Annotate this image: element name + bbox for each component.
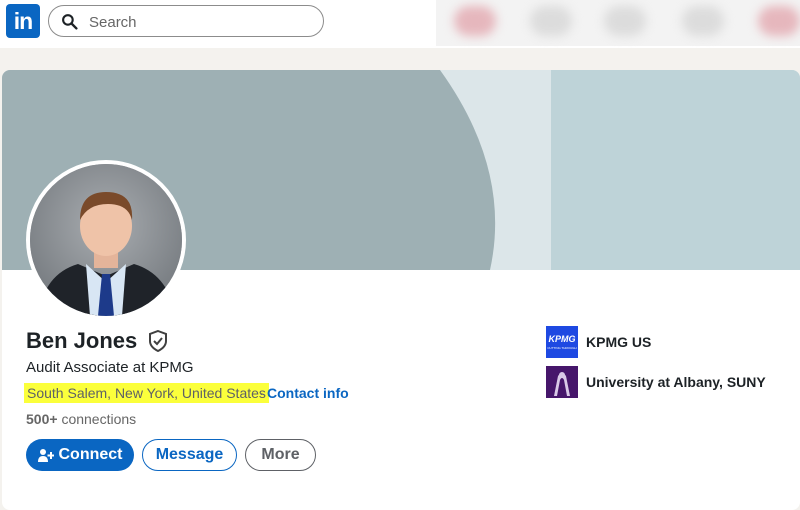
connect-person-plus-icon <box>37 449 54 462</box>
separator-dot: · <box>259 385 264 401</box>
profile-headline: Audit Associate at KPMG <box>26 359 194 376</box>
kpmg-logo-subtext: CUTTING THROUGH <box>547 346 576 350</box>
linkedin-logo[interactable]: in <box>6 4 40 38</box>
nav-item-blurred[interactable] <box>682 6 724 36</box>
profile-photo[interactable] <box>26 160 186 320</box>
profile-name: Ben Jones <box>26 328 138 353</box>
current-company[interactable]: KPMG CUTTING THROUGH KPMG US <box>546 326 651 358</box>
nav-item-blurred[interactable] <box>454 6 496 36</box>
nav-item-blurred[interactable] <box>758 6 800 36</box>
kpmg-logo-text: KPMG <box>549 334 576 344</box>
school-name: University at Albany, SUNY <box>586 374 766 390</box>
connections-number: 500+ <box>26 411 58 427</box>
connect-button-label: Connect <box>58 446 123 463</box>
education[interactable]: University at Albany, SUNY <box>546 366 766 398</box>
ualbany-logo <box>546 366 578 398</box>
nav-item-blurred[interactable] <box>604 6 646 36</box>
contact-info-link[interactable]: Contact info <box>267 385 349 401</box>
profile-location: South Salem, New York, United States <box>24 383 269 403</box>
profile-photo-image <box>30 164 182 316</box>
nav-icons-blurred <box>436 0 800 46</box>
connections-label: connections <box>61 411 137 427</box>
company-name: KPMG US <box>586 334 652 350</box>
connect-button[interactable]: Connect <box>26 439 134 471</box>
connections-count[interactable]: 500+ connections <box>26 411 136 427</box>
nav-item-blurred[interactable] <box>530 6 572 36</box>
profile-card: Ben Jones Audit Associate at KPMG South … <box>2 70 800 510</box>
message-button[interactable]: Message <box>142 439 237 471</box>
message-button-label: Message <box>155 446 224 463</box>
search-box[interactable] <box>48 5 324 37</box>
search-icon <box>62 14 78 30</box>
kpmg-logo: KPMG CUTTING THROUGH <box>546 326 578 358</box>
more-button-label: More <box>261 446 300 463</box>
verified-shield-icon[interactable] <box>148 330 168 352</box>
name-row: Ben Jones <box>26 328 168 358</box>
search-input[interactable] <box>87 11 311 33</box>
more-button[interactable]: More <box>245 439 316 471</box>
top-nav: in <box>0 0 800 48</box>
